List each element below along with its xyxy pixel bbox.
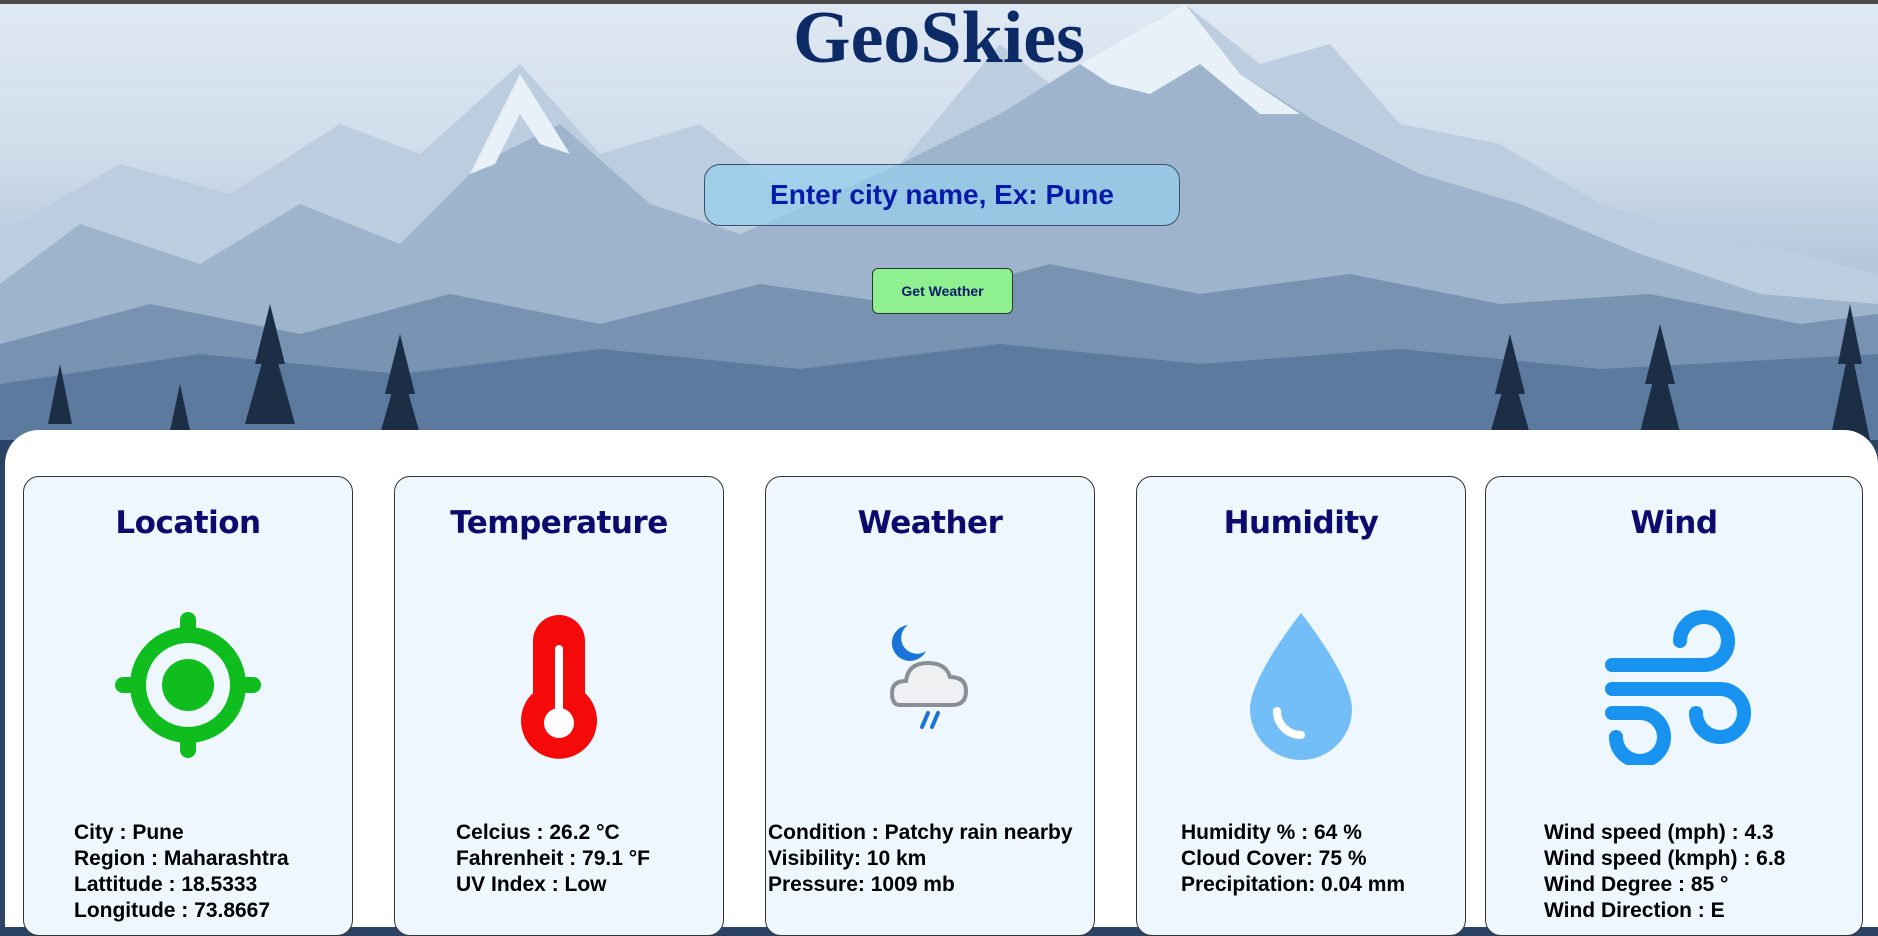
- humidity-details: Humidity % : 64 % Cloud Cover: 75 % Prec…: [1181, 820, 1405, 898]
- get-weather-button[interactable]: Get Weather: [872, 268, 1013, 314]
- wind-direction-text: Wind Direction : E: [1544, 899, 1725, 922]
- region-text: Region : Maharashtra: [74, 847, 289, 870]
- humidity-card: Humidity Humidity % : 64 % Cloud Cover: …: [1136, 476, 1466, 936]
- pressure-text: Pressure: 1009 mb: [768, 873, 955, 896]
- location-target-icon: [115, 612, 261, 758]
- card-title: Location: [115, 505, 261, 541]
- uv-index-text: UV Index : Low: [456, 873, 607, 896]
- condition-text: Condition : Patchy rain nearby: [768, 821, 1073, 844]
- night-cloud-rain-icon: [889, 625, 969, 729]
- wind-speed-kmph-text: Wind speed (kmph) : 6.8: [1544, 847, 1786, 870]
- weather-details: Condition : Patchy rain nearby Visibilit…: [768, 820, 1073, 898]
- weather-card: Weather Condition : Patchy rain nearby V…: [765, 476, 1095, 936]
- card-title: Weather: [857, 505, 1003, 541]
- humidity-percent-text: Humidity % : 64 %: [1181, 821, 1362, 844]
- card-title: Humidity: [1223, 505, 1379, 541]
- thermometer-icon: [521, 615, 597, 759]
- wind-degree-text: Wind Degree : 85 °: [1544, 873, 1729, 896]
- wind-card: Wind Wind speed (mph) : 4.3 Wind speed (…: [1485, 476, 1863, 936]
- visibility-text: Visibility: 10 km: [768, 847, 927, 870]
- wind-icon: [1605, 610, 1751, 765]
- longitude-text: Longitude : 73.8667: [74, 899, 271, 922]
- location-details: City : Pune Region : Maharashtra Lattitu…: [74, 820, 289, 924]
- wind-speed-mph-text: Wind speed (mph) : 4.3: [1544, 821, 1774, 844]
- location-card: Location City : Pune Region : Maharashtr…: [23, 476, 353, 936]
- water-drop-icon: [1250, 613, 1352, 760]
- card-title: Temperature: [450, 505, 668, 541]
- city-search-input[interactable]: [704, 164, 1180, 226]
- cloud-cover-text: Cloud Cover: 75 %: [1181, 847, 1367, 870]
- temperature-details: Celcius : 26.2 °C Fahrenheit : 79.1 °F U…: [456, 820, 650, 898]
- card-title: Wind: [1630, 505, 1718, 541]
- precipitation-text: Precipitation: 0.04 mm: [1181, 873, 1406, 896]
- app-title: GeoSkies: [793, 4, 1085, 79]
- latitude-text: Lattitude : 18.5333: [74, 873, 258, 896]
- celsius-text: Celcius : 26.2 °C: [456, 821, 620, 844]
- fahrenheit-text: Fahrenheit : 79.1 °F: [456, 847, 650, 870]
- city-text: City : Pune: [74, 821, 184, 844]
- wind-details: Wind speed (mph) : 4.3 Wind speed (kmph)…: [1544, 820, 1785, 924]
- temperature-card: Temperature Celcius : 26.2 °C Fahrenheit…: [394, 476, 724, 936]
